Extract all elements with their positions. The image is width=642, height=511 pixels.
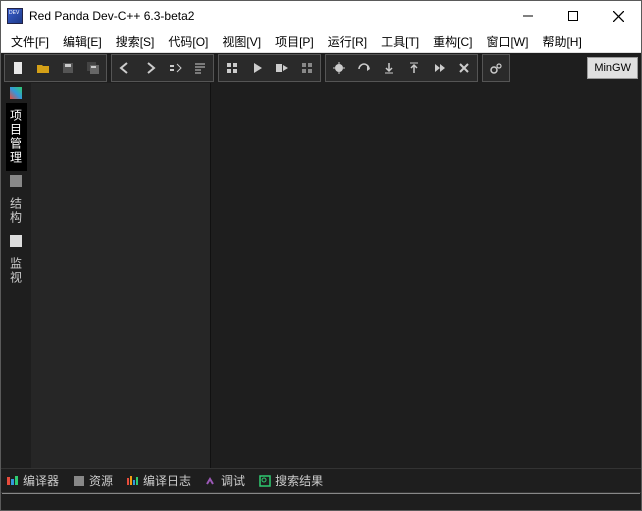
save-button[interactable] [56,56,80,80]
menu-refactor[interactable]: 重构[C] [427,31,478,52]
menu-view[interactable]: 视图[V] [216,31,267,52]
titlebar: Red Panda Dev-C++ 6.3-beta2 [1,1,641,31]
tab-watch[interactable]: 监视 [6,251,27,291]
stop-debug-button[interactable] [452,56,476,80]
goto-button[interactable] [188,56,212,80]
menu-project[interactable]: 项目[P] [269,31,320,52]
tab-debug[interactable]: 调试 [205,472,245,489]
compiler-selector[interactable]: MinGW [587,57,638,79]
menu-edit[interactable]: 编辑[E] [57,31,108,52]
tab-debug-label: 调试 [221,472,245,489]
open-button[interactable] [31,56,55,80]
window-controls [505,1,641,31]
tab-compiler-label: 编译器 [23,472,59,489]
toolbar: MinGW [1,53,641,83]
editor-area[interactable] [211,83,641,468]
project-tab-icon [10,87,22,99]
menu-search[interactable]: 搜索[S] [110,31,161,52]
workspace: 项目管理 结构 监视 [1,83,641,468]
compile-run-button[interactable] [270,56,294,80]
tab-resources[interactable]: 资源 [73,472,113,489]
rebuild-button[interactable] [295,56,319,80]
back-button[interactable] [113,56,137,80]
new-file-button[interactable] [6,56,30,80]
tab-compile-log-label: 编译日志 [143,472,191,489]
close-button[interactable] [595,1,641,31]
watch-tab-icon [10,235,22,247]
step-into-button[interactable] [377,56,401,80]
menu-code[interactable]: 代码[O] [162,31,214,52]
app-icon [7,8,23,24]
menu-window[interactable]: 窗口[W] [480,31,534,52]
forward-button[interactable] [138,56,162,80]
maximize-button[interactable] [550,1,595,31]
tab-search-results[interactable]: 搜索结果 [259,472,323,489]
bottom-tabs: 编译器 资源 编译日志 调试 搜索结果 [1,468,641,492]
menu-help[interactable]: 帮助[H] [536,31,587,52]
menubar: 文件[F] 编辑[E] 搜索[S] 代码[O] 视图[V] 项目[P] 运行[R… [1,31,641,53]
project-panel [31,83,211,468]
step-over-button[interactable] [352,56,376,80]
minimize-button[interactable] [505,1,550,31]
debug-button[interactable] [327,56,351,80]
structure-tab-icon [10,175,22,187]
menu-tools[interactable]: 工具[T] [375,31,425,52]
tab-project-manager[interactable]: 项目管理 [6,103,27,171]
menu-file[interactable]: 文件[F] [5,31,55,52]
tab-compile-log[interactable]: 编译日志 [127,472,191,489]
left-sidebar: 项目管理 结构 监视 [1,83,31,468]
tab-search-results-label: 搜索结果 [275,472,323,489]
tab-resources-label: 资源 [89,472,113,489]
save-all-button[interactable] [81,56,105,80]
step-out-button[interactable] [402,56,426,80]
tab-compiler[interactable]: 编译器 [7,472,59,489]
compile-button[interactable] [220,56,244,80]
bookmark-button[interactable] [163,56,187,80]
menu-run[interactable]: 运行[R] [322,31,373,52]
tab-structure[interactable]: 结构 [6,191,27,231]
statusbar [1,492,641,510]
settings-button[interactable] [484,56,508,80]
window-title: Red Panda Dev-C++ 6.3-beta2 [29,9,505,23]
continue-button[interactable] [427,56,451,80]
run-button[interactable] [245,56,269,80]
